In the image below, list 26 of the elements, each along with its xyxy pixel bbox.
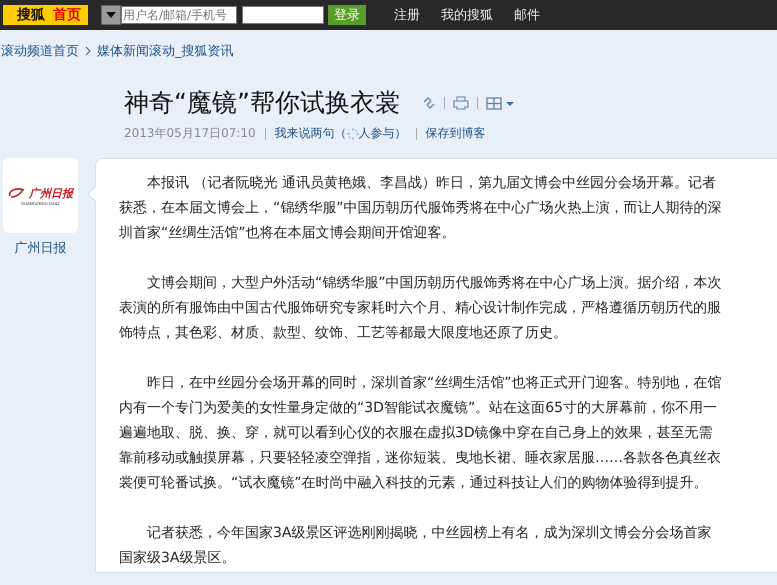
password-field[interactable] <box>242 6 324 24</box>
publish-date: 2013年05月17日07:10 <box>124 125 256 142</box>
link-icon[interactable] <box>422 96 436 110</box>
home-logo[interactable]: 搜狐 首页 <box>3 5 88 25</box>
chevron-icon <box>85 46 91 56</box>
nav-link[interactable]: 邮件 <box>514 6 540 24</box>
article-paragraph: 本报讯 （记者阮晓光 通讯员黄艳娥、李昌战）昨日，第九届文博会中丝园分会场开幕。记者获悉，在本届文博会上，“锦绣华服”中国历朝历代服饰秀将在中心广场火热上演，而让人期待的深圳首家“丝绸生活馆”也将在本届文博会期间开馆迎客。 <box>119 174 723 243</box>
breadcrumb-link[interactable]: 滚动频道首页 <box>1 42 79 60</box>
article-paragraph: 昨日，在中丝园分会场开幕的同时，深圳首家“丝绸生活馆”也将正式开门迎客。特别地，在馆内有一个专门为爱美的女性量身定做的“3D智能试衣魔镜”。站在这面65寸的大屏幕前，你不用一遍遍地取、脱、换、穿，就可以看到心仪的衣服在虚拟3D镜像中穿在自己身上的效果，甚至无需靠前移动或触摸屏幕，只要轻轻凌空弹指，迷你短装、曳地长裙、睡衣家居服……各款各色真丝衣裳便可轮番试换。“试衣魔镜”在时尚中融入科技的元素，通过科技让人们的购物体验得到提升。 <box>119 374 723 493</box>
article-paragraph: 文博会期间，大型户外活动“锦绣华服”中国历朝历代服饰秀将在中心广场上演。据介绍，本次表演的所有服饰由中国古代服饰研究专家耗时六个月、精心设计制作完成，严格遵循历朝历代的服饰特点，其色彩、材质、款型、纹饰、工艺等都最大限度地还原了历史。 <box>119 274 723 343</box>
article-title: 神奇“魔镜”帮你试换衣裳 <box>124 87 400 119</box>
caret-icon <box>106 12 116 18</box>
logo-text: 广州日报 <box>29 186 73 200</box>
save-link[interactable]: 保存到博客 <box>426 125 486 142</box>
nav-link[interactable]: 我的搜狐 <box>441 6 493 24</box>
dropdown-button[interactable] <box>101 5 121 25</box>
grid-icon[interactable] <box>486 96 514 110</box>
breadcrumb-link[interactable]: 媒体新闻滚动_搜狐资讯 <box>97 42 234 60</box>
article-paragraph: 记者获悉，今年国家3A级景区评选刚刚揭晓，中丝园榜上有名，成为深圳文博会分会场首家国家级3A级景区。 <box>119 524 712 568</box>
swoosh-icon <box>8 187 26 199</box>
username-field[interactable]: 用户名/邮箱/手机号 <box>121 6 237 24</box>
comment-link[interactable]: 我来说两句（ 人参与） <box>274 125 407 142</box>
nav-link[interactable]: 注册 <box>394 6 420 24</box>
source-name[interactable]: 广州日报 <box>14 239 66 257</box>
print-icon[interactable] <box>452 96 469 110</box>
loading-icon <box>346 128 359 140</box>
